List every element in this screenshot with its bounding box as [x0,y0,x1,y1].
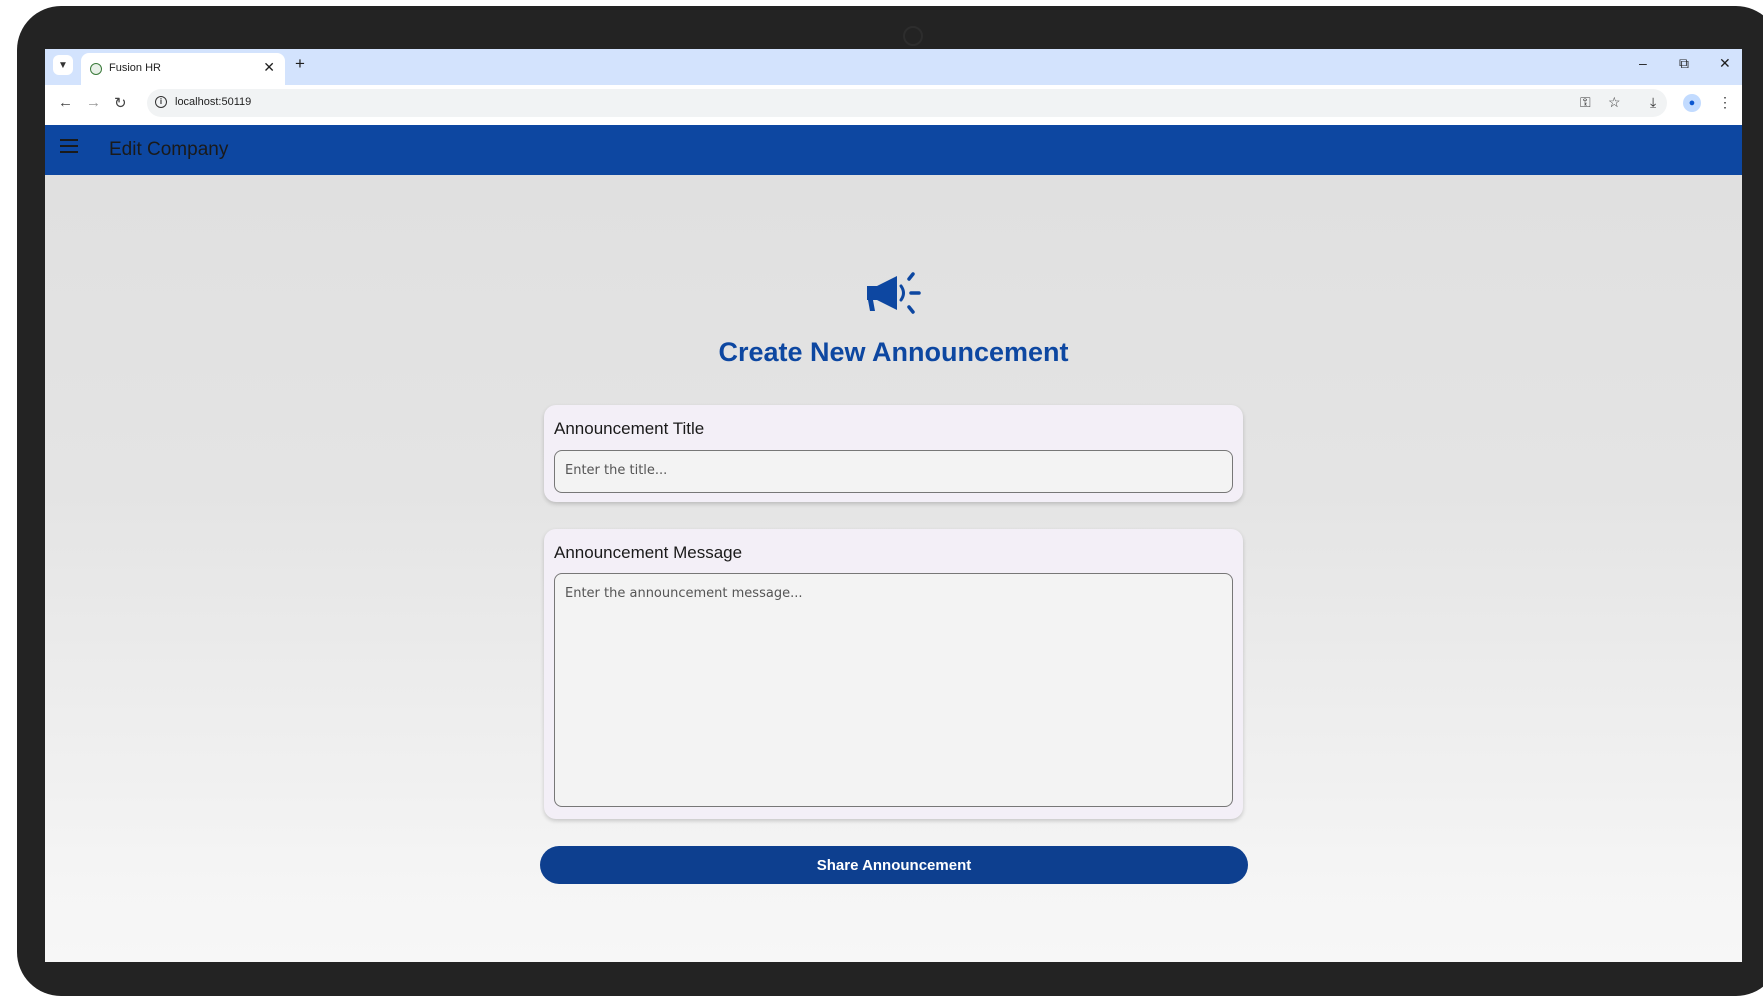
announcement-message-textarea[interactable]: Enter the announcement message... [554,573,1233,807]
minimize-icon[interactable]: – [1639,55,1647,71]
back-icon[interactable]: ← [58,94,73,111]
tab-search-chevron-down-icon[interactable]: ▼ [53,55,73,75]
profile-avatar-icon[interactable]: ● [1683,94,1701,112]
announcement-title-card: Announcement Title Enter the title... [544,405,1243,502]
new-tab-button[interactable]: + [295,54,305,74]
page-heading: Create New Announcement [718,337,1069,367]
app-bar: Edit Company [45,125,1742,175]
password-key-icon[interactable]: ⚿ [1580,94,1591,111]
tab-close-icon[interactable]: ✕ [263,59,275,76]
address-bar[interactable]: i localhost:50119 [147,89,1667,117]
bookmark-star-icon[interactable]: ☆ [1608,94,1621,111]
tab-title: Fusion HR [109,62,161,74]
share-announcement-button[interactable]: Share Announcement [540,846,1248,884]
message-placeholder: Enter the announcement message... [565,586,803,601]
browser-menu-icon[interactable]: ⋮ [1718,94,1732,111]
forward-icon[interactable]: → [86,94,101,111]
restore-icon[interactable]: ⧉ [1679,55,1689,72]
main-content: Create New Announcement Announcement Tit… [45,175,1742,962]
browser-tab-strip: ▼ Fusion HR ✕ + – ⧉ ✕ [45,49,1742,85]
announcement-message-label: Announcement Message [554,543,743,562]
browser-tab[interactable]: Fusion HR ✕ [81,53,285,85]
screen: ▼ Fusion HR ✕ + – ⧉ ✕ ← → ↻ i localhost:… [45,49,1742,962]
camera-icon [903,26,923,46]
download-icon[interactable]: ⤓ [1650,94,1656,111]
reload-icon[interactable]: ↻ [114,94,127,112]
megaphone-icon [867,272,921,314]
close-window-icon[interactable]: ✕ [1719,55,1731,72]
announcement-title-input[interactable]: Enter the title... [554,450,1233,493]
hamburger-menu-icon[interactable] [60,139,78,153]
app-bar-title: Edit Company [109,139,229,160]
announcement-message-card: Announcement Message Enter the announcem… [544,529,1243,819]
site-info-icon[interactable]: i [155,96,167,108]
title-placeholder: Enter the title... [565,463,668,478]
announcement-title-label: Announcement Title [554,419,705,438]
url-text: localhost:50119 [175,96,252,108]
favicon-icon [90,63,102,75]
browser-toolbar: ← → ↻ i localhost:50119 ⚿ ☆ ⤓ ● ⋮ [45,85,1742,125]
